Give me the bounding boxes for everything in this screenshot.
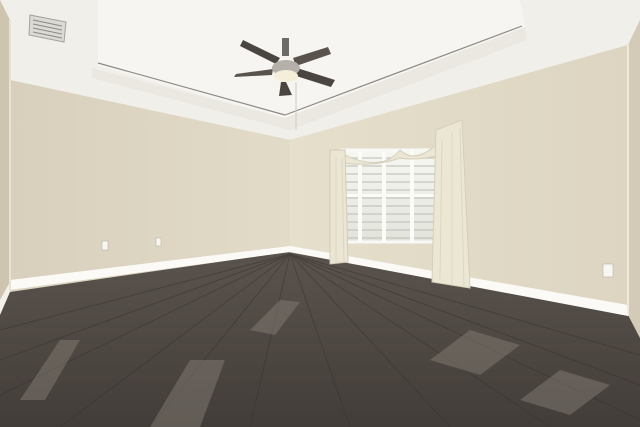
electrical-outlet-right <box>602 263 614 278</box>
electrical-outlet-center <box>155 237 162 247</box>
room-photo <box>0 0 640 427</box>
room-illustration <box>0 0 640 427</box>
left-edge-wall <box>0 0 10 300</box>
electrical-outlet-left <box>101 240 109 251</box>
right-edge-wall <box>628 20 640 335</box>
